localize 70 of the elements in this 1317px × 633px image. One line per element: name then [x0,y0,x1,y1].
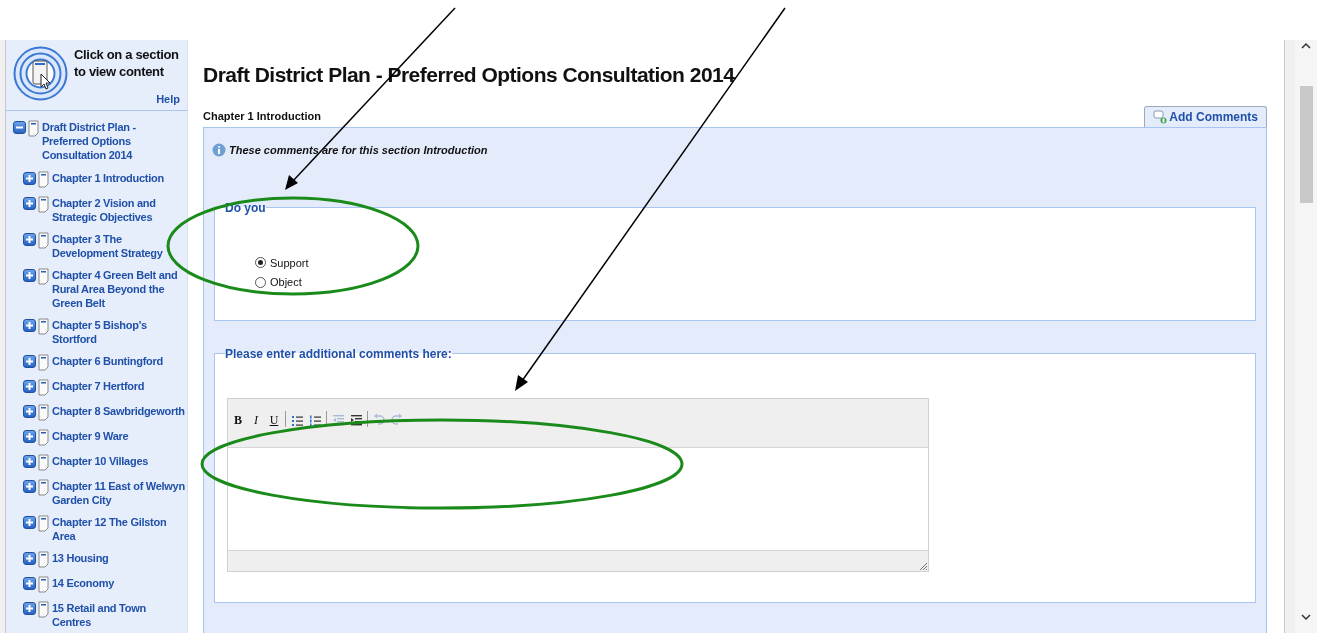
expand-icon[interactable] [23,552,36,565]
document-icon [38,171,49,188]
expand-icon[interactable] [23,355,36,368]
group-legend: Please enter additional comments here: [225,344,452,363]
document-icon [38,479,49,496]
tree-item[interactable]: Chapter 5 Bishop's Stortford [52,318,185,346]
tree-item[interactable]: Chapter 4 Green Belt and Rural Area Beyond the Green Belt [52,268,185,310]
expand-icon[interactable] [23,172,36,185]
document-icon [38,429,49,446]
radio-label: Support [270,255,309,271]
radio-button[interactable] [255,257,266,269]
comment-add-icon [1153,110,1168,124]
document-icon [38,232,49,249]
expand-icon[interactable] [23,197,36,210]
expand-icon[interactable] [23,233,36,246]
expand-icon[interactable] [23,319,36,332]
radio-button[interactable] [255,276,266,288]
expand-icon[interactable] [23,516,36,529]
document-icon [38,354,49,371]
info-icon [212,143,226,158]
add-comments-tab[interactable]: Add Comments [1144,106,1267,127]
collapse-icon[interactable] [13,121,26,134]
tree-item[interactable]: 15 Retail and Town Centres [52,601,185,629]
cursor-on-device-icon [13,46,68,101]
tree-item[interactable]: Chapter 10 Villages [52,454,149,468]
document-icon [38,196,49,213]
scrollbar-thumb[interactable] [1299,86,1313,203]
expand-icon[interactable] [23,269,36,282]
tree-item[interactable]: Draft District Plan - Preferred Options Consultation 2014 [42,120,185,162]
document-icon [38,268,49,285]
document-icon [38,551,49,568]
expand-icon[interactable] [23,577,36,590]
document-icon [38,404,49,421]
document-icon [38,318,49,335]
italic-button[interactable]: I [249,410,263,429]
expand-icon[interactable] [23,430,36,443]
section-title: Chapter 1 Introduction [203,108,321,124]
document-icon [38,515,49,532]
scrollbar[interactable] [1295,40,1317,633]
document-icon [38,576,49,593]
tree-item[interactable]: Chapter 12 The Gilston Area [52,515,185,543]
expand-icon[interactable] [23,405,36,418]
tree-item[interactable]: Chapter 11 East of Welwyn Garden City [52,479,185,507]
bold-button[interactable]: B [231,410,245,429]
tree-item[interactable]: Chapter 2 Vision and Strategic Objectives [52,196,185,224]
tree-item[interactable]: Chapter 3 The Development Strategy [52,232,185,260]
tree-item[interactable]: Chapter 9 Ware [52,429,129,443]
scroll-up-icon[interactable] [1301,42,1311,50]
resize-handle-icon[interactable] [919,561,928,571]
document-icon [38,454,49,471]
sidebar-prompt: Click on a section to view content [74,46,180,80]
tree-item[interactable]: 13 Housing [52,551,109,565]
page-title: Draft District Plan - Preferred Options Consultation 2014 [203,62,736,88]
tree-item[interactable]: Chapter 8 Sawbridgeworth [52,404,185,418]
document-icon [38,379,49,396]
expand-icon[interactable] [23,480,36,493]
help-link[interactable]: Help [156,90,180,107]
document-icon [28,120,39,137]
tree-item[interactable]: Chapter 7 Hertford [52,379,145,393]
tree-item[interactable]: Chapter 6 Buntingford [52,354,163,368]
underline-button[interactable]: U [267,410,281,429]
info-text: These comments are for this section Introduction [229,143,488,158]
expand-icon[interactable] [23,602,36,615]
tree-item[interactable]: 14 Economy [52,576,115,590]
tree-item[interactable]: Chapter 1 Introduction [52,171,164,185]
radio-label: Object [270,275,302,290]
expand-icon[interactable] [23,380,36,393]
expand-icon[interactable] [23,455,36,468]
scroll-down-icon[interactable] [1301,613,1311,621]
document-icon [38,601,49,618]
